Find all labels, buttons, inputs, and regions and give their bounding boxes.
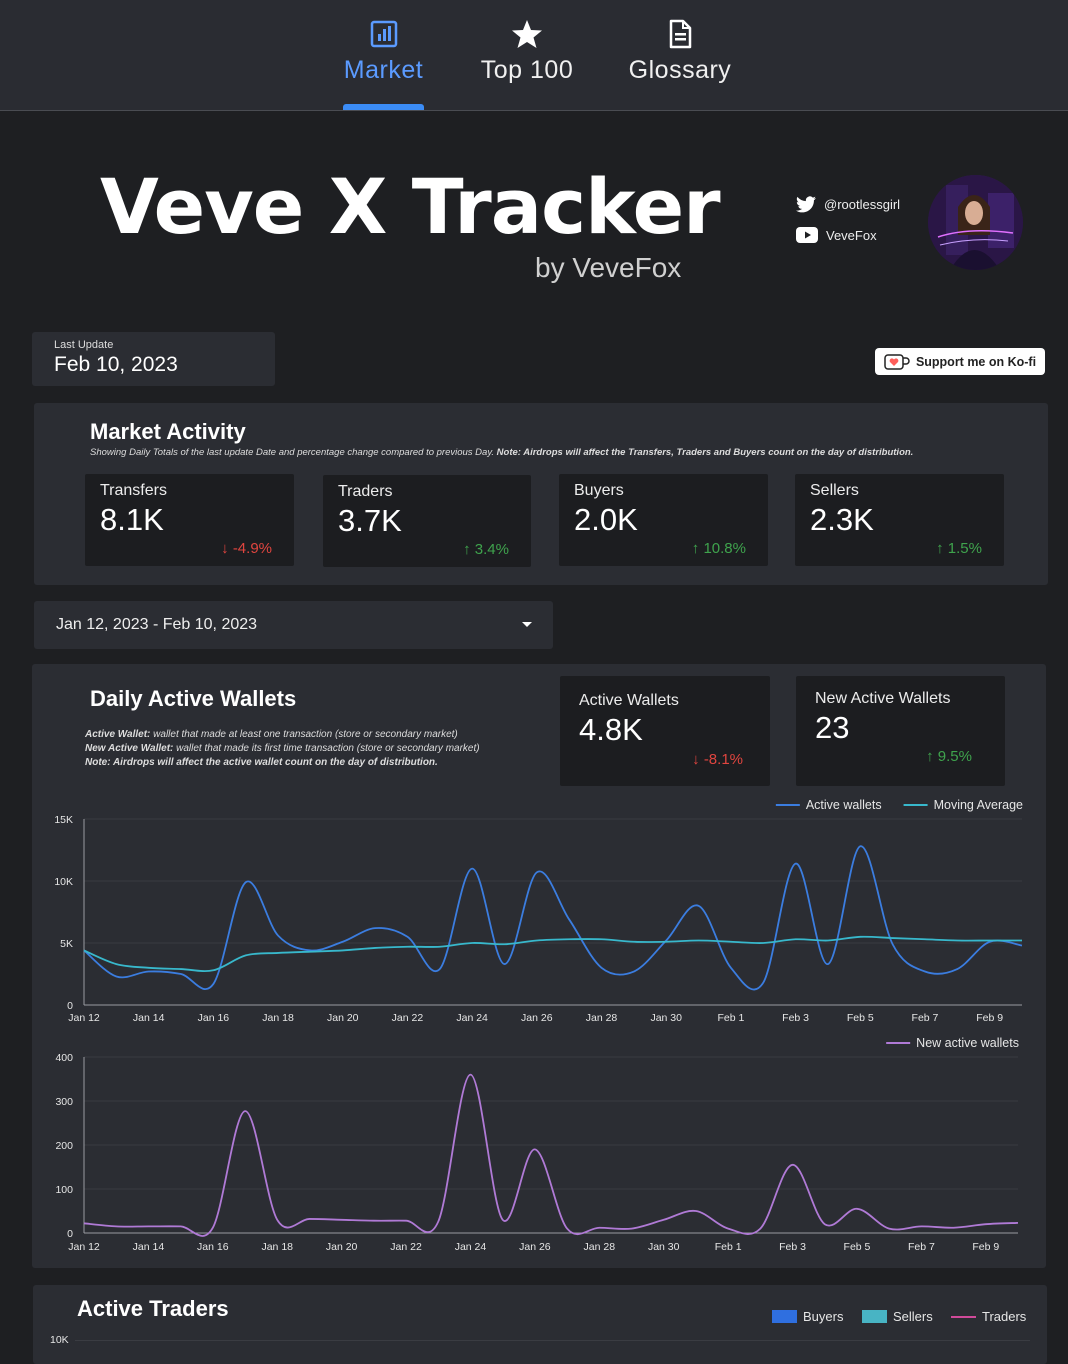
legend-swatch-sellers	[862, 1310, 887, 1323]
y-tick-label: 0	[67, 1228, 73, 1240]
x-tick-label: Jan 22	[392, 1012, 424, 1024]
legend-traders-label: Traders	[982, 1309, 1027, 1324]
legend-label: Active wallets	[806, 798, 882, 812]
y-tick-label: 100	[55, 1184, 73, 1196]
x-tick-label: Feb 9	[976, 1012, 1003, 1024]
series-line-moving-average	[83, 935, 1022, 973]
x-tick-label: Jan 24	[456, 1012, 488, 1024]
x-tick-label: Jan 18	[261, 1241, 293, 1253]
series-line-new-active-wallets	[83, 1073, 1019, 1237]
y-tick-label: 10K	[54, 876, 73, 888]
x-tick-label: Jan 28	[584, 1241, 616, 1253]
x-tick-label: Jan 18	[262, 1012, 294, 1024]
x-tick-label: Jan 30	[650, 1012, 682, 1024]
x-tick-label: Feb 9	[972, 1241, 999, 1253]
active-traders-title: Active Traders	[77, 1296, 229, 1321]
legend-buyers: Buyers	[772, 1309, 843, 1324]
legend-label: New active wallets	[916, 1036, 1019, 1050]
x-tick-label: Jan 14	[133, 1241, 165, 1253]
x-tick-label: Feb 5	[847, 1012, 874, 1024]
x-tick-label: Jan 20	[326, 1241, 358, 1253]
legend-buyers-label: Buyers	[803, 1309, 844, 1324]
x-tick-label: Feb 1	[715, 1241, 742, 1253]
x-tick-label: Jan 20	[327, 1012, 359, 1024]
x-tick-label: Feb 5	[844, 1241, 871, 1253]
x-tick-label: Jan 12	[68, 1012, 100, 1024]
legend-sellers: Sellers	[862, 1309, 933, 1324]
x-tick-label: Jan 16	[198, 1012, 230, 1024]
active-traders-panel: Active Traders 10K Buyers Sellers Trader…	[33, 1285, 1047, 1364]
x-tick-label: Feb 3	[779, 1241, 806, 1253]
active-traders-y-tick: 10K	[50, 1334, 69, 1346]
y-tick-label: 0	[67, 1000, 73, 1012]
y-tick-label: 400	[55, 1052, 73, 1064]
y-tick-label: 300	[55, 1096, 73, 1108]
x-tick-label: Jan 12	[68, 1241, 100, 1253]
x-tick-label: Feb 3	[782, 1012, 809, 1024]
x-tick-label: Jan 30	[648, 1241, 680, 1253]
legend-swatch-buyers	[772, 1310, 797, 1323]
x-tick-label: Jan 22	[390, 1241, 422, 1253]
x-tick-label: Jan 24	[455, 1241, 487, 1253]
x-tick-label: Feb 7	[912, 1012, 939, 1024]
legend-swatch-traders	[951, 1315, 976, 1318]
y-tick-label: 200	[55, 1140, 73, 1152]
gridline	[75, 1340, 1030, 1341]
x-tick-label: Feb 1	[717, 1012, 744, 1024]
series-line-active-wallets	[83, 845, 1023, 991]
x-tick-label: Feb 7	[908, 1241, 935, 1253]
legend-traders: Traders	[951, 1309, 1026, 1324]
y-tick-label: 15K	[54, 814, 73, 826]
x-tick-label: Jan 16	[197, 1241, 229, 1253]
x-tick-label: Jan 26	[521, 1012, 553, 1024]
y-tick-label: 5K	[60, 938, 73, 950]
active-wallets-line-chart: 0 5K 10K 15K Jan 12 Jan 14 Jan 16 Jan 18 Jan 20 J…	[54, 798, 1023, 1253]
legend-sellers-label: Sellers	[893, 1309, 933, 1324]
x-tick-label: Jan 14	[133, 1012, 165, 1024]
legend-label: Moving Average	[934, 798, 1023, 812]
x-tick-label: Jan 28	[586, 1012, 618, 1024]
x-tick-label: Jan 26	[519, 1241, 551, 1253]
